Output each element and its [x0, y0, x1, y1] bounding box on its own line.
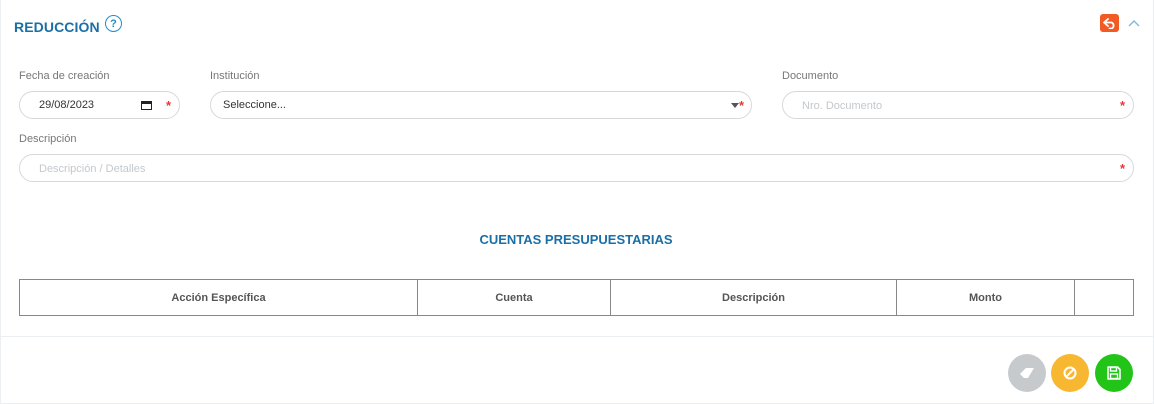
- required-mark: *: [738, 98, 744, 113]
- required-mark: *: [1119, 98, 1125, 113]
- fecha-input[interactable]: 29/08/2023 *: [19, 91, 180, 119]
- reduccion-card: REDUCCIÓN ? Fecha de creación 29/08/2023…: [0, 0, 1154, 404]
- page-title: REDUCCIÓN: [14, 19, 100, 35]
- ban-icon: [1063, 366, 1077, 380]
- question-circle-icon[interactable]: ?: [105, 15, 122, 32]
- collapse-button[interactable]: [1125, 14, 1143, 32]
- documento-label: Documento: [782, 70, 839, 82]
- institucion-select[interactable]: Seleccione... *: [210, 91, 752, 119]
- save-button[interactable]: [1095, 354, 1133, 392]
- column-header-monto: Monto: [896, 279, 1075, 316]
- descripcion-input[interactable]: Descripción / Detalles *: [19, 154, 1134, 182]
- cuentas-table: Acción Específica Cuenta Descripción Mon…: [19, 279, 1134, 316]
- institucion-value: Seleccione...: [223, 99, 286, 111]
- floppy-disk-icon: [1107, 366, 1121, 380]
- fecha-value: 29/08/2023: [39, 99, 95, 111]
- required-mark: *: [1119, 161, 1125, 176]
- fecha-label: Fecha de creación: [19, 70, 110, 82]
- caret-down-icon: [731, 103, 739, 108]
- calendar-icon[interactable]: [141, 100, 152, 110]
- descripcion-placeholder: Descripción / Detalles: [39, 163, 146, 175]
- institucion-label: Institución: [210, 70, 260, 82]
- documento-placeholder: Nro. Documento: [802, 100, 883, 112]
- descripcion-label: Descripción: [19, 133, 77, 145]
- eraser-icon: [1020, 368, 1034, 378]
- required-mark: *: [165, 98, 171, 113]
- undo-arrow-icon: [1103, 17, 1115, 29]
- cuentas-title: CUENTAS PRESUPUESTARIAS: [479, 232, 673, 247]
- cancel-button[interactable]: [1051, 354, 1089, 392]
- column-header-accion: Acción Específica: [19, 279, 418, 316]
- column-header-cuenta: Cuenta: [417, 279, 611, 316]
- column-header-actions: [1074, 279, 1134, 316]
- footer-divider: [1, 336, 1154, 337]
- documento-input[interactable]: Nro. Documento *: [782, 91, 1134, 119]
- chevron-up-icon: [1128, 20, 1140, 27]
- back-button[interactable]: [1100, 14, 1119, 32]
- column-header-descripcion: Descripción: [610, 279, 897, 316]
- clear-button[interactable]: [1008, 354, 1046, 392]
